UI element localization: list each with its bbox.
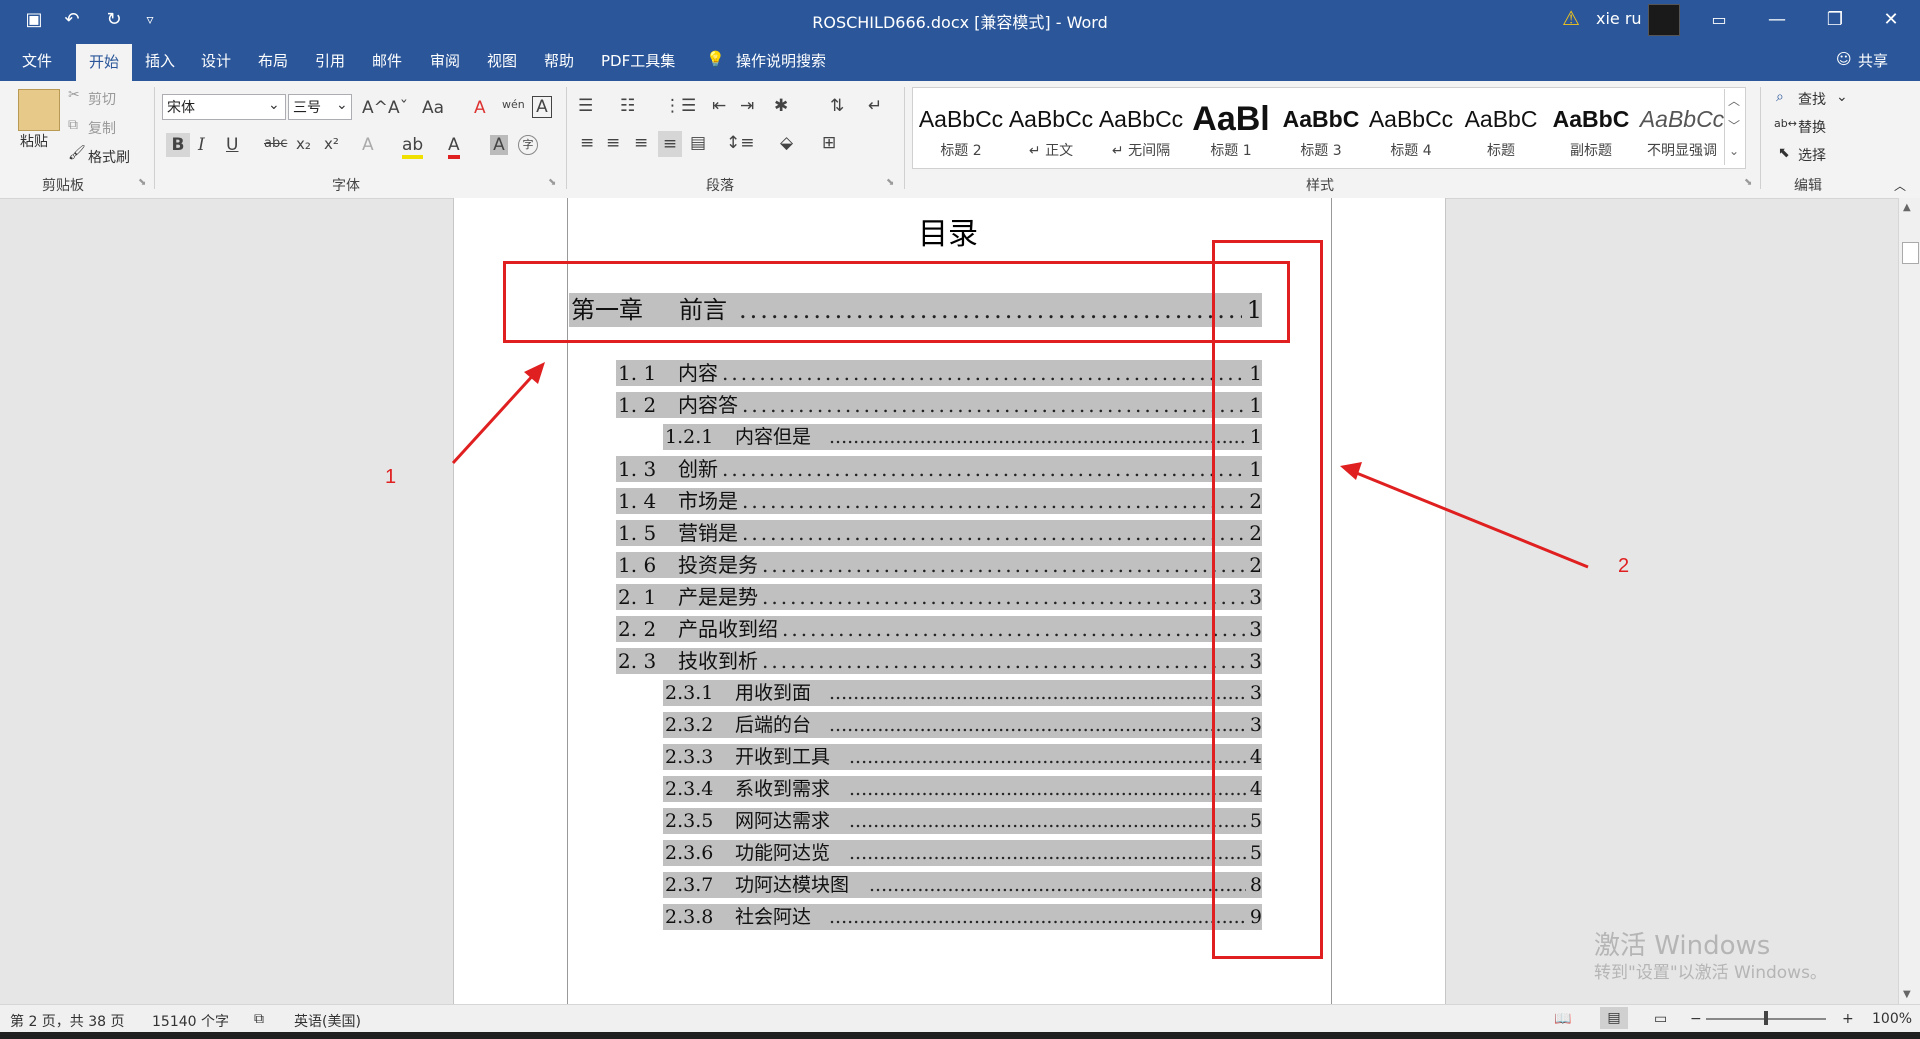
- language-indicator[interactable]: 英语(美国): [294, 1011, 361, 1031]
- page-count[interactable]: 第 2 页，共 38 页: [10, 1011, 125, 1031]
- status-bar: 第 2 页，共 38 页 15140 个字 ⧉ 英语(美国) 📖 ▤ ▭ − +…: [0, 1004, 1920, 1033]
- word-count[interactable]: 15140 个字: [152, 1011, 229, 1031]
- taskbar-edge: [0, 1032, 1920, 1039]
- arrow-2-line: [1353, 470, 1589, 569]
- read-mode-icon[interactable]: 📖: [1554, 1011, 1571, 1027]
- activation-watermark-title: 激活 Windows: [1594, 931, 1771, 961]
- zoom-level[interactable]: 100%: [1872, 1011, 1912, 1027]
- vertical-scrollbar[interactable]: ▲ ▼: [1898, 198, 1920, 1004]
- annotation-label-1: 1: [385, 466, 397, 488]
- print-layout-icon[interactable]: ▤: [1600, 1007, 1628, 1029]
- annotation-label-2: 2: [1618, 555, 1630, 577]
- scroll-thumb[interactable]: [1902, 242, 1919, 264]
- web-layout-icon[interactable]: ▭: [1654, 1011, 1667, 1027]
- zoom-in-icon[interactable]: +: [1842, 1011, 1854, 1027]
- annotation-arrows: [451, 362, 1589, 569]
- scroll-up-icon[interactable]: ▲: [1903, 202, 1911, 213]
- activation-watermark-subtitle: 转到"设置"以激活 Windows。: [1594, 963, 1827, 983]
- zoom-out-icon[interactable]: −: [1690, 1011, 1702, 1027]
- scroll-down-icon[interactable]: ▼: [1903, 989, 1911, 1000]
- arrow-2-head: [1340, 462, 1362, 480]
- zoom-slider-thumb[interactable]: [1764, 1011, 1768, 1025]
- proofing-icon[interactable]: ⧉: [254, 1011, 264, 1027]
- arrow-1-line: [451, 370, 538, 465]
